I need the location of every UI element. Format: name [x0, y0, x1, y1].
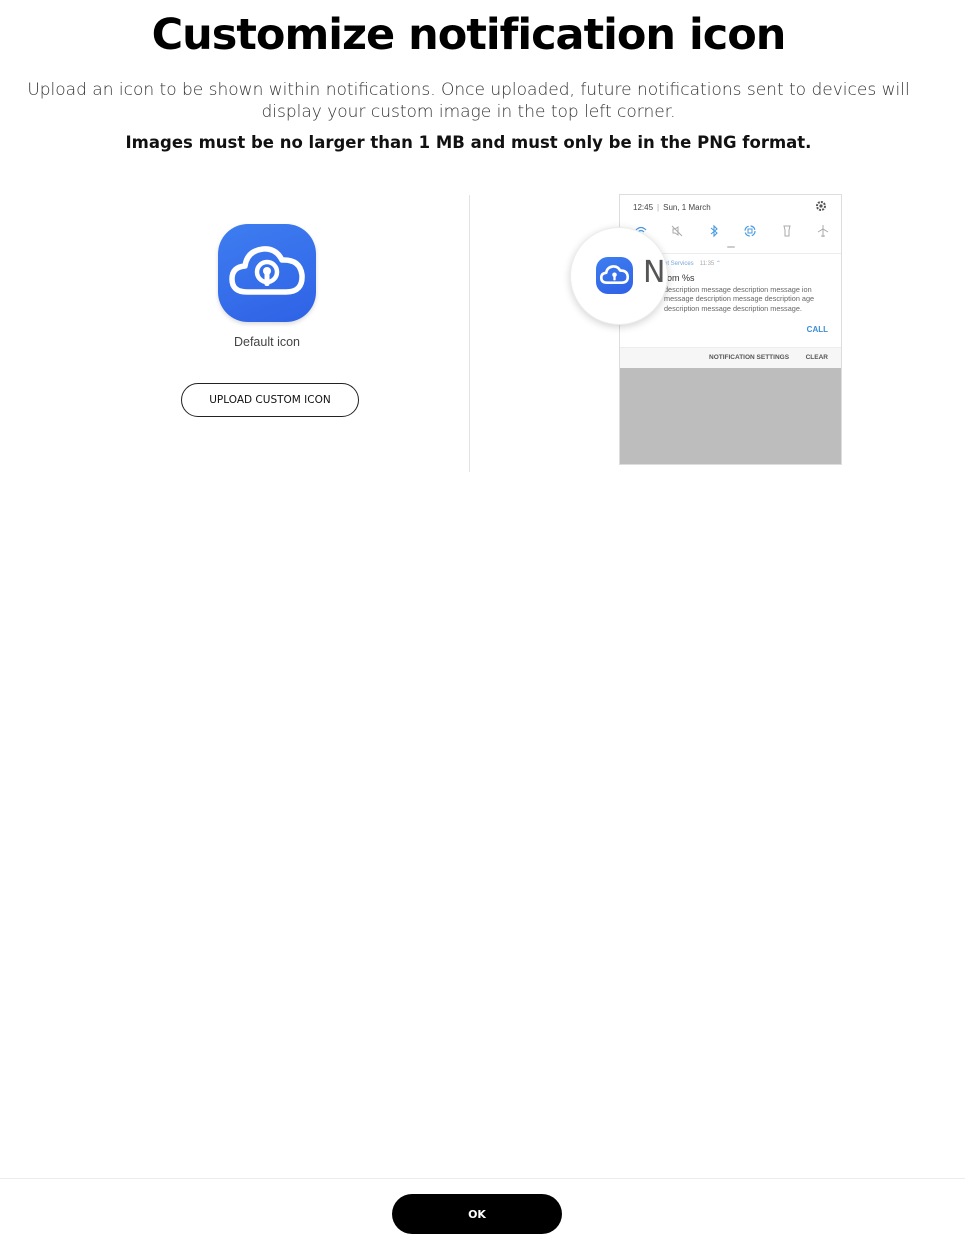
file-requirements-note: Images must be no larger than 1 MB and m…	[125, 133, 812, 152]
drag-handle	[727, 246, 735, 248]
preview-app-name: et Services	[664, 261, 694, 267]
ok-button[interactable]: OK	[392, 1194, 562, 1234]
preview-status-bar: 12:45 | Sun, 1 March	[633, 203, 711, 212]
cloud-lock-icon	[229, 246, 305, 295]
preview-notification-body: description message description message …	[664, 285, 815, 313]
icon-magnifier: N	[570, 227, 668, 325]
preview-date: Sun, 1 March	[663, 203, 711, 212]
airplane-icon	[816, 224, 830, 238]
panel-divider	[469, 195, 470, 472]
upload-custom-icon-button[interactable]: UPLOAD CUSTOM ICON	[181, 383, 359, 417]
preview-time: 12:45	[633, 203, 654, 212]
preview-app-row: et Services 11:35 ⌃	[664, 261, 721, 267]
preview-notification-title: rom %s	[664, 273, 695, 283]
notification-preview: 12:45 | Sun, 1 March et Services 11:35 ⌃ ro…	[619, 194, 842, 465]
default-notification-icon	[218, 224, 316, 322]
quick-settings-row	[634, 224, 830, 238]
sound-off-icon	[670, 224, 684, 238]
preview-app-time: 11:35	[699, 261, 715, 267]
bluetooth-icon	[707, 224, 721, 238]
gear-icon	[816, 201, 826, 211]
flashlight-icon	[780, 224, 794, 238]
footer-divider	[0, 1178, 965, 1179]
page-description: Upload an icon to be shown within notifi…	[27, 80, 910, 122]
preview-call-action: CALL	[806, 325, 828, 334]
cloud-lock-icon	[599, 265, 630, 284]
magnified-title-letter: N	[643, 255, 666, 290]
auto-rotate-icon	[743, 224, 757, 238]
preview-action-bar: NOTIFICATION SETTINGS CLEAR	[620, 347, 841, 368]
preview-notification-settings: NOTIFICATION SETTINGS	[709, 354, 790, 361]
magnified-notification-icon	[596, 257, 633, 294]
page-title: Customize notification icon	[151, 10, 787, 60]
default-icon-label: Default icon	[233, 335, 300, 349]
preview-background	[620, 368, 841, 464]
preview-clear: CLEAR	[805, 354, 828, 361]
